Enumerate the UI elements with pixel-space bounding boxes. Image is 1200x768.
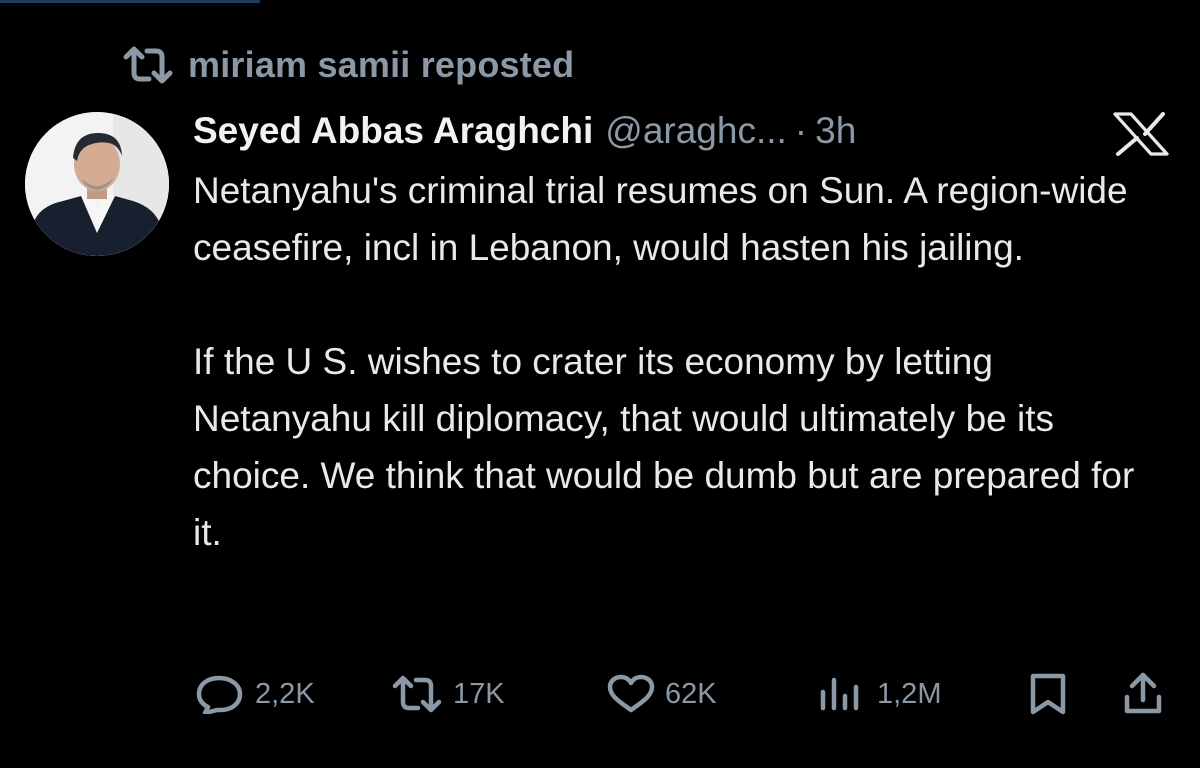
share-icon bbox=[1119, 670, 1167, 718]
tweet-header: Seyed Abbas Araghchi @araghc... · 3h bbox=[193, 104, 856, 158]
repost-icon bbox=[389, 674, 445, 714]
views-icon bbox=[813, 674, 869, 714]
repost-context[interactable]: miriam samii reposted bbox=[120, 40, 574, 90]
heart-icon bbox=[605, 674, 657, 714]
tweet-text: Netanyahu's criminal trial resumes on Su… bbox=[193, 162, 1173, 561]
bookmark-button[interactable] bbox=[1026, 664, 1078, 724]
bookmark-icon bbox=[1026, 672, 1070, 716]
views-count: 1,2M bbox=[877, 677, 942, 710]
top-accent-bar bbox=[0, 0, 260, 3]
avatar[interactable] bbox=[25, 112, 169, 256]
tweet-paragraph: If the U S. wishes to crater its economy… bbox=[193, 341, 1135, 553]
repost-icon bbox=[120, 45, 176, 85]
x-logo-icon bbox=[1112, 112, 1170, 156]
display-name[interactable]: Seyed Abbas Araghchi bbox=[193, 110, 593, 152]
reply-count: 2,2K bbox=[255, 677, 315, 710]
like-count: 62K bbox=[665, 677, 717, 710]
reply-icon bbox=[193, 674, 247, 714]
share-button[interactable] bbox=[1119, 664, 1175, 724]
separator-dot: · bbox=[794, 110, 808, 151]
repost-count: 17K bbox=[453, 677, 505, 710]
repost-label: miriam samii reposted bbox=[188, 44, 575, 85]
like-button[interactable]: 62K bbox=[605, 664, 717, 724]
user-handle[interactable]: @araghc... bbox=[605, 110, 787, 152]
repost-button[interactable]: 17K bbox=[389, 664, 505, 724]
reply-button[interactable]: 2,2K bbox=[193, 664, 315, 724]
tweet-paragraph: Netanyahu's criminal trial resumes on Su… bbox=[193, 170, 1128, 268]
post-time[interactable]: 3h bbox=[815, 110, 856, 152]
action-bar: 2,2K 17K 62K 1,2M bbox=[193, 664, 1173, 724]
views-button[interactable]: 1,2M bbox=[813, 664, 941, 724]
